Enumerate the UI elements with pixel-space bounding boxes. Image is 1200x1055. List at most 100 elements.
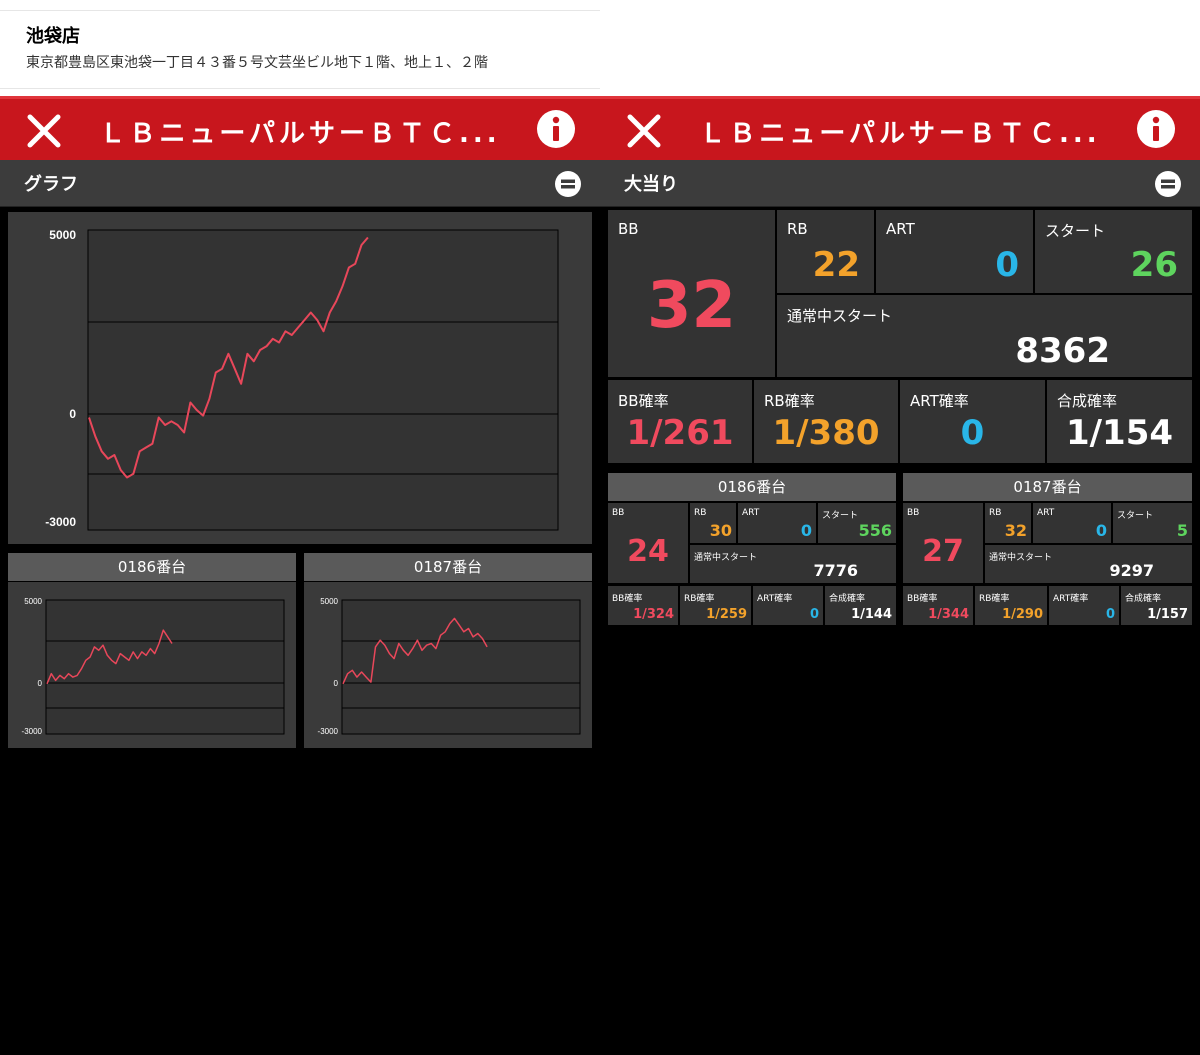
divider (0, 88, 600, 89)
machine-header-0187: 0187番台 (903, 473, 1192, 501)
bb-stat: BB 32 (608, 210, 775, 377)
cell-label: ART (1037, 508, 1055, 518)
cell-value: 0 (1105, 607, 1115, 622)
axis-zero-label: 0 (334, 679, 339, 688)
title-bar: ＬＢニューパルサーＢＴＣ... (600, 96, 1200, 160)
cell-label: 合成確率 (829, 594, 866, 604)
art-label: ART (886, 220, 915, 238)
cell-value: 0 (809, 607, 819, 622)
start-stat: スタート 26 (1035, 210, 1192, 293)
rb-value: 22 (812, 245, 860, 285)
bb-value: 32 (646, 269, 737, 343)
cell-value: 1/324 (633, 607, 674, 622)
mini-graph-0187: 5000 0 -3000 (304, 582, 592, 748)
m0187-normal-start: 通常中スタート 9297 (985, 545, 1192, 583)
m0186-bb-prob: BB確率 1/324 (608, 586, 678, 625)
rb-label: RB (787, 220, 808, 238)
bb-prob-value: 1/261 (626, 413, 734, 453)
m0187-art-prob: ART確率 0 (1049, 586, 1119, 625)
axis-max-label: 5000 (49, 228, 76, 242)
art-value: 0 (995, 245, 1019, 285)
axis-min-label: -3000 (45, 515, 76, 529)
cell-label: 通常中スタート (694, 553, 758, 563)
m0187-art: ART 0 (1033, 503, 1111, 543)
info-icon[interactable] (1136, 109, 1176, 149)
cell-label: ART確率 (757, 594, 793, 604)
art-prob-stat: ART確率 0 (900, 380, 1045, 463)
m0187-bb-prob: BB確率 1/344 (903, 586, 973, 625)
cell-value: 27 (922, 534, 964, 569)
normal-start-label: 通常中スタート (787, 307, 893, 325)
cell-label: RB (694, 508, 707, 518)
cell-label: RB確率 (979, 594, 1010, 604)
m0186-art-prob: ART確率 0 (753, 586, 823, 625)
m0187-rb-prob: RB確率 1/290 (975, 586, 1047, 625)
cell-label: スタート (1117, 511, 1154, 521)
cell-value: 1/144 (851, 607, 892, 622)
m0187-start: スタート 5 (1113, 503, 1192, 543)
m0187-rb: RB 32 (985, 503, 1031, 543)
m0186-bb: BB 24 (608, 503, 688, 583)
cell-label: スタート (822, 511, 859, 521)
mini-graph-header-0187: 0187番台 (304, 553, 592, 581)
art-prob-value: 0 (960, 413, 985, 453)
cell-value: 1/344 (928, 607, 969, 622)
m0186-rb-prob: RB確率 1/259 (680, 586, 751, 625)
start-label: スタート (1045, 222, 1106, 240)
axis-min-label: -3000 (22, 727, 43, 736)
cell-value: 32 (1004, 521, 1027, 540)
m0186-normal-start: 通常中スタート 7776 (690, 545, 896, 583)
cell-value: 24 (627, 534, 669, 569)
cell-label: 合成確率 (1125, 594, 1162, 604)
cell-label: 通常中スタート (989, 553, 1053, 563)
mini-graph-header-0186: 0186番台 (8, 553, 296, 581)
close-icon[interactable] (22, 109, 66, 153)
main-graph: 5000 0 -3000 (8, 212, 592, 544)
cell-value: 5 (1176, 521, 1188, 540)
cell-value: 7776 (813, 561, 858, 580)
cell-label: ART確率 (1053, 594, 1089, 604)
close-icon[interactable] (622, 109, 666, 153)
right-panel: ＬＢニューパルサーＢＴＣ... 大当り BB 32 RB 22 ART 0 スタ… (600, 0, 1200, 1055)
store-name: 池袋店 (26, 26, 80, 47)
rb-stat: RB 22 (777, 210, 874, 293)
cell-value: 1/290 (1002, 607, 1043, 622)
m0186-start: スタート 556 (818, 503, 896, 543)
mini-graph-svg-0187: 5000 0 -3000 (318, 597, 581, 736)
cell-value: 1/259 (706, 607, 747, 622)
mini-graph-svg-0186: 5000 0 -3000 (22, 597, 285, 736)
store-address: 東京都豊島区東池袋一丁目４３番５号文芸坐ビル地下１階、地上１、２階 (26, 55, 488, 71)
collapse-icon[interactable] (555, 171, 581, 197)
cell-value: 1/157 (1147, 607, 1188, 622)
info-icon[interactable] (536, 109, 576, 149)
axis-max-label: 5000 (24, 597, 42, 606)
combined-prob-stat: 合成確率 1/154 (1047, 380, 1192, 463)
machine-header-0186: 0186番台 (608, 473, 896, 501)
m0186-art: ART 0 (738, 503, 816, 543)
m0187-combined-prob: 合成確率 1/157 (1121, 586, 1192, 625)
title-bar: ＬＢニューパルサーＢＴＣ... (0, 96, 600, 160)
combined-prob-label: 合成確率 (1057, 392, 1118, 410)
store-header: 池袋店 東京都豊島区東池袋一丁目４３番５号文芸坐ビル地下１階、地上１、２階 (0, 0, 600, 96)
divider (0, 10, 600, 11)
main-graph-svg: 5000 0 -3000 (45, 228, 559, 531)
machine-title: ＬＢニューパルサーＢＴＣ... (99, 119, 501, 149)
jackpot-section-header[interactable]: 大当り (600, 160, 1200, 207)
start-value: 26 (1130, 245, 1178, 285)
axis-min-label: -3000 (318, 727, 339, 736)
machine-title: ＬＢニューパルサーＢＴＣ... (699, 119, 1101, 149)
section-label: グラフ (24, 174, 78, 195)
bb-prob-label: BB確率 (618, 392, 669, 410)
mini-graph-0186: 5000 0 -3000 (8, 582, 296, 748)
collapse-icon[interactable] (1155, 171, 1181, 197)
left-panel: 池袋店 東京都豊島区東池袋一丁目４３番５号文芸坐ビル地下１階、地上１、２階 ＬＢ… (0, 0, 600, 1055)
cell-label: RB (989, 508, 1002, 518)
cell-label: BB (612, 508, 625, 518)
cell-value: 9297 (1109, 561, 1154, 580)
axis-zero-label: 0 (69, 407, 76, 421)
m0186-rb: RB 30 (690, 503, 736, 543)
m0186-combined-prob: 合成確率 1/144 (825, 586, 896, 625)
cell-label: RB確率 (684, 594, 715, 604)
cell-label: BB (907, 508, 920, 518)
graph-section-header[interactable]: グラフ (0, 160, 600, 207)
